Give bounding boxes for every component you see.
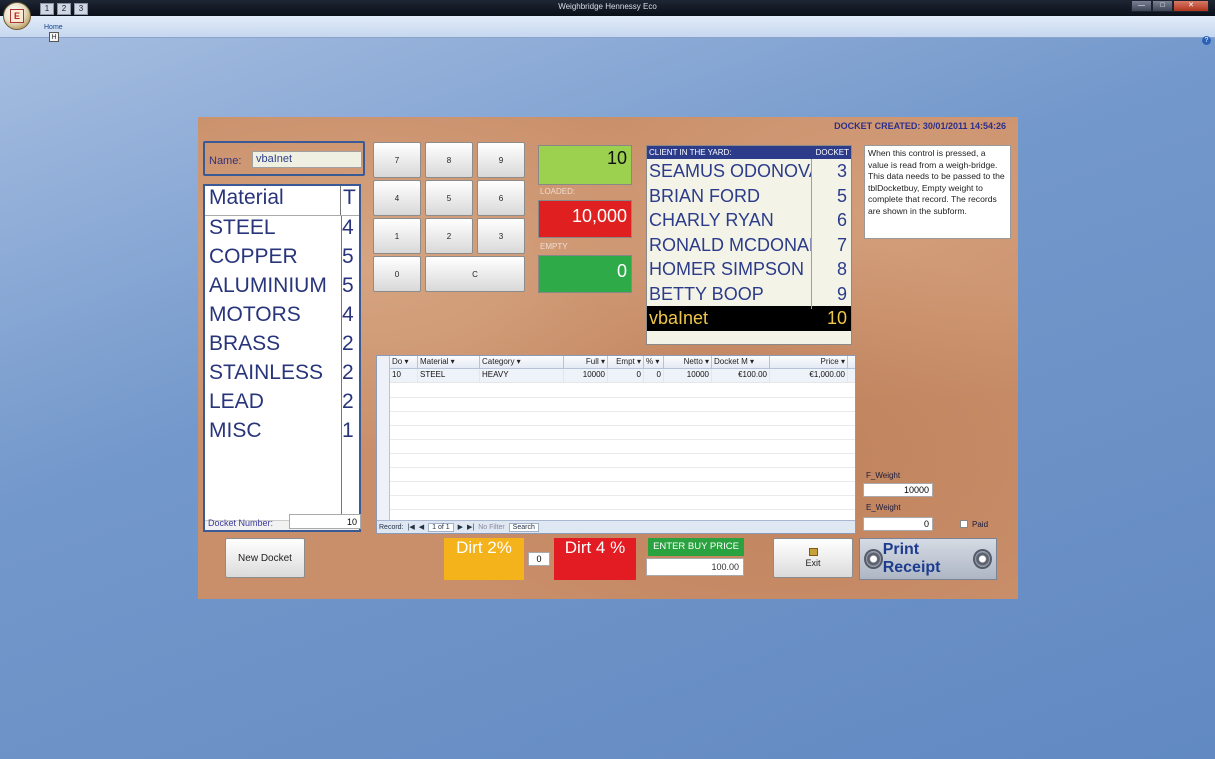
paid-label: Paid [972, 520, 989, 529]
record-navigation: Record: |◀ ◀ 1 of 1 ▶ ▶| No Filter Searc… [377, 520, 855, 533]
name-group: Name: vbaInet [203, 141, 365, 176]
list-item[interactable]: ALUMINIUM 5 [205, 274, 359, 303]
docket-number-group: Docket Number: 10 [203, 514, 361, 532]
key-7[interactable]: 7 [373, 142, 421, 178]
key-6[interactable]: 6 [477, 180, 525, 216]
new-docket-button[interactable]: New Docket [225, 538, 305, 578]
key-5[interactable]: 5 [425, 180, 473, 216]
exit-icon [808, 548, 818, 556]
prev-record-button[interactable]: ◀ [419, 523, 424, 531]
table-row[interactable]: 10 STEEL HEAVY 10000 0 0 10000 €100.00 €… [390, 369, 855, 383]
last-record-button[interactable]: ▶| [467, 523, 474, 531]
docket-number-field[interactable]: 10 [289, 514, 361, 529]
list-item-selected[interactable]: vbaInet 10 [647, 306, 851, 331]
name-label: Name: [209, 155, 242, 167]
close-button[interactable]: ✕ [1173, 0, 1209, 12]
gear-icon [973, 549, 992, 569]
f-weight-field[interactable]: 10000 [863, 483, 933, 497]
docket-header: DOCKET # [815, 148, 849, 170]
exit-button[interactable]: Exit [773, 538, 853, 578]
docket-number-label: Docket Number: [208, 518, 274, 528]
ribbon: Home H ? [0, 16, 1215, 45]
list-item[interactable]: RONALD MCDONALD7 [647, 233, 851, 258]
weighbridge-form: DOCKET CREATED: 30/01/2011 14:54:26 Name… [198, 117, 1018, 599]
key-9[interactable]: 9 [477, 142, 525, 178]
window-title: Weighbridge Hennessy Eco [558, 2, 657, 11]
e-weight-label: E_Weight [866, 503, 901, 512]
list-item[interactable]: MISC 1 [205, 419, 359, 448]
print-receipt-button[interactable]: Print Receipt [859, 538, 997, 580]
dirt-2-button[interactable]: Dirt 2% [444, 538, 524, 580]
record-position[interactable]: 1 of 1 [428, 522, 454, 532]
print-receipt-label: Print Receipt [882, 541, 941, 576]
search-input[interactable]: Search [508, 522, 539, 532]
key-4[interactable]: 4 [373, 180, 421, 216]
maximize-button[interactable]: □ [1152, 0, 1173, 12]
loaded-weight-button[interactable]: 10,000 [538, 200, 632, 238]
key-3[interactable]: 3 [477, 218, 525, 254]
dirt-value-field[interactable]: 0 [528, 552, 550, 566]
help-icon[interactable]: ? [1202, 36, 1211, 45]
enter-buy-price-label: ENTER BUY PRICE [648, 538, 744, 556]
list-item[interactable]: BRIAN FORD 5 [647, 184, 851, 209]
client-header: CLIENT IN THE YARD: [649, 148, 732, 157]
key-1[interactable]: 1 [373, 218, 421, 254]
first-record-button[interactable]: |◀ [408, 523, 415, 531]
list-item[interactable]: MOTORS 4 [205, 303, 359, 332]
list-item[interactable]: HOMER SIMPSON 8 [647, 257, 851, 282]
gear-icon [864, 549, 883, 569]
key-0[interactable]: 0 [373, 256, 421, 292]
list-item[interactable]: STEEL 4 [205, 216, 359, 245]
list-item[interactable]: SEAMUS ODONOVAN3 [647, 159, 851, 184]
f-weight-label: F_Weight [866, 471, 901, 480]
title-bar: 1 2 3 Weighbridge Hennessy Eco — □ ✕ [0, 0, 1215, 16]
office-logo-icon: E [10, 9, 24, 23]
empty-weight-button[interactable]: 0 [538, 255, 632, 293]
client-yard-list[interactable]: CLIENT IN THE YARD: DOCKET # SEAMUS ODON… [646, 145, 852, 345]
list-item[interactable]: STAINLESS 2 [205, 361, 359, 390]
material-list[interactable]: Material T STEEL 4 COPPER 5 ALUMINIUM 5 MOT… [203, 184, 361, 532]
buy-price-input[interactable]: 100.00 [646, 558, 744, 576]
material-header: Material [209, 186, 284, 209]
docket-created-label: DOCKET CREATED: 30/01/2011 14:54:26 [834, 121, 1006, 131]
paid-checkbox[interactable] [960, 520, 968, 528]
list-item[interactable]: LEAD 2 [205, 390, 359, 419]
minimize-button[interactable]: — [1131, 0, 1152, 12]
tab-home[interactable]: Home [44, 24, 63, 31]
list-item[interactable]: BETTY BOOP 9 [647, 282, 851, 307]
info-note: When this control is pressed, a value is… [864, 145, 1011, 239]
t-header: T [340, 186, 359, 215]
dirt-4-button[interactable]: Dirt 4 % [554, 538, 636, 580]
next-record-button[interactable]: ▶ [458, 523, 463, 531]
empty-label: EMPTY [540, 242, 568, 251]
list-item[interactable]: CHARLY RYAN 6 [647, 208, 851, 233]
keytip-home: H [49, 32, 59, 42]
record-label: Record: [379, 523, 404, 531]
office-button[interactable]: E [3, 2, 31, 30]
name-input[interactable]: vbaInet [252, 151, 362, 168]
subform-header: Do ▾ Material ▾ Category ▾ Full ▾ Empt ▾… [390, 356, 855, 369]
e-weight-field[interactable]: 0 [863, 517, 933, 531]
key-clear[interactable]: C [425, 256, 525, 292]
list-item[interactable]: COPPER 5 [205, 245, 359, 274]
loaded-label: LOADED: [540, 187, 576, 196]
filter-toggle[interactable]: No Filter [478, 524, 504, 531]
exit-label: Exit [805, 558, 821, 568]
weight-display: 10 [538, 145, 632, 185]
docket-subform[interactable]: Do ▾ Material ▾ Category ▾ Full ▾ Empt ▾… [376, 355, 856, 534]
key-2[interactable]: 2 [425, 218, 473, 254]
list-item[interactable]: BRASS 2 [205, 332, 359, 361]
key-8[interactable]: 8 [425, 142, 473, 178]
record-selector[interactable] [377, 356, 390, 521]
